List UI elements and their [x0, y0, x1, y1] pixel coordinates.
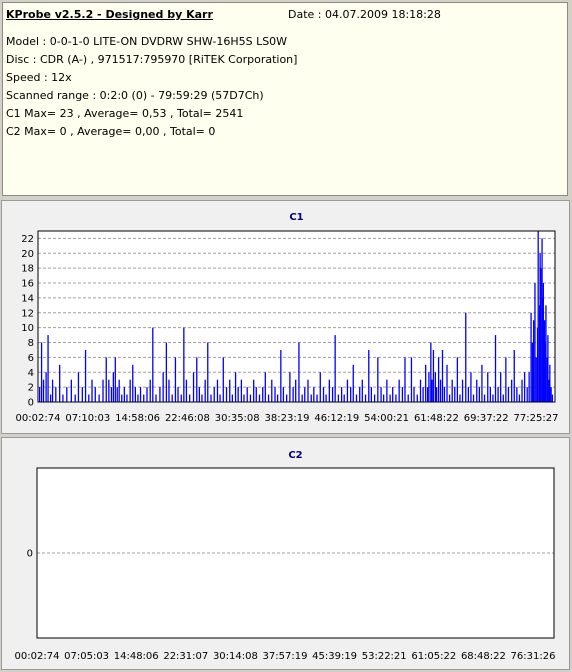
c1-xtick-label: 69:37:22: [464, 413, 509, 424]
c2-xtick-label: 68:48:22: [461, 651, 506, 662]
c1-ytick-label: 20: [21, 249, 34, 260]
c2-summary: C2 Max= 0 , Average= 0,00 , Total= 0: [6, 125, 216, 138]
c1-ytick-label: 8: [28, 338, 34, 349]
c2-xtick-label: 07:05:03: [64, 651, 109, 662]
c2-ytick-label: 0: [27, 549, 33, 560]
c1-ytick-label: 16: [21, 279, 34, 290]
c1-ytick-label: 14: [21, 293, 34, 304]
c2-xtick-label: 61:05:22: [411, 651, 456, 662]
c1-xtick-label: 77:25:27: [514, 413, 559, 424]
c1-xtick-label: 30:35:08: [215, 413, 260, 424]
c1-ytick-label: 18: [21, 264, 34, 275]
c1-chart: C1 0 2 4 6 8 10 12 14 16 18 20 22 00:02:74 07:10:03 14:…: [16, 212, 559, 424]
drive-model: Model : 0-0-1-0 LITE-ON DVDRW SHW-16H5S …: [6, 35, 288, 48]
c1-ytick-label: 12: [21, 308, 34, 319]
c1-xtick-label: 14:58:06: [115, 413, 160, 424]
scan-date: Date : 04.07.2009 18:18:28: [288, 8, 441, 21]
scanned-range: Scanned range : 0:2:0 (0) - 79:59:29 (57…: [6, 89, 264, 102]
c1-ytick-label: 4: [28, 368, 34, 379]
c1-ytick-label: 2: [28, 383, 34, 394]
c2-xtick-label: 37:57:19: [263, 651, 308, 662]
c1-summary: C1 Max= 23 , Average= 0,53 , Total= 2541: [6, 107, 244, 120]
c1-ytick-label: 10: [21, 323, 34, 334]
c2-xtick-label: 53:22:21: [362, 651, 407, 662]
c1-ytick-label: 0: [28, 398, 34, 409]
c2-chart-panel: C2 0 00:02:74 07:05:03 14:48:06 22:31:07 30:14…: [1, 437, 570, 670]
c2-chart: C2 0 00:02:74 07:05:03 14:48:06 22:31:07 30:14…: [15, 450, 556, 662]
c1-xtick-label: 38:23:19: [265, 413, 310, 424]
c2-xtick-label: 76:31:26: [511, 651, 556, 662]
c1-xtick-label: 61:48:22: [414, 413, 459, 424]
c2-chart-title: C2: [288, 450, 302, 461]
c1-ytick-label: 22: [21, 234, 34, 245]
app-title: KProbe v2.5.2 - Designed by Karr: [6, 8, 213, 21]
c1-chart-panel: C1 0 2 4 6 8 10 12 14 16 18 20 22 00:02:74 07:10:03 14:…: [1, 200, 570, 434]
c1-xtick-label: 46:12:19: [314, 413, 359, 424]
c1-xtick-label: 07:10:03: [65, 413, 110, 424]
c2-xtick-label: 14:48:06: [114, 651, 159, 662]
c2-xtick-label: 00:02:74: [15, 651, 60, 662]
c2-xtick-label: 30:14:08: [213, 651, 258, 662]
c1-chart-title: C1: [289, 212, 303, 223]
scan-speed: Speed : 12x: [6, 71, 72, 84]
c2-xtick-label: 22:31:07: [163, 651, 208, 662]
c2-xtick-label: 45:39:19: [312, 651, 357, 662]
info-panel: KProbe v2.5.2 - Designed by Karr Date : …: [2, 2, 568, 196]
c1-xtick-label: 22:46:08: [165, 413, 210, 424]
disc-info: Disc : CDR (A-) , 971517:795970 [RiTEK C…: [6, 53, 298, 66]
c1-ytick-label: 6: [28, 353, 34, 364]
c1-xtick-label: 00:02:74: [16, 413, 61, 424]
c1-xtick-label: 54:00:21: [364, 413, 409, 424]
